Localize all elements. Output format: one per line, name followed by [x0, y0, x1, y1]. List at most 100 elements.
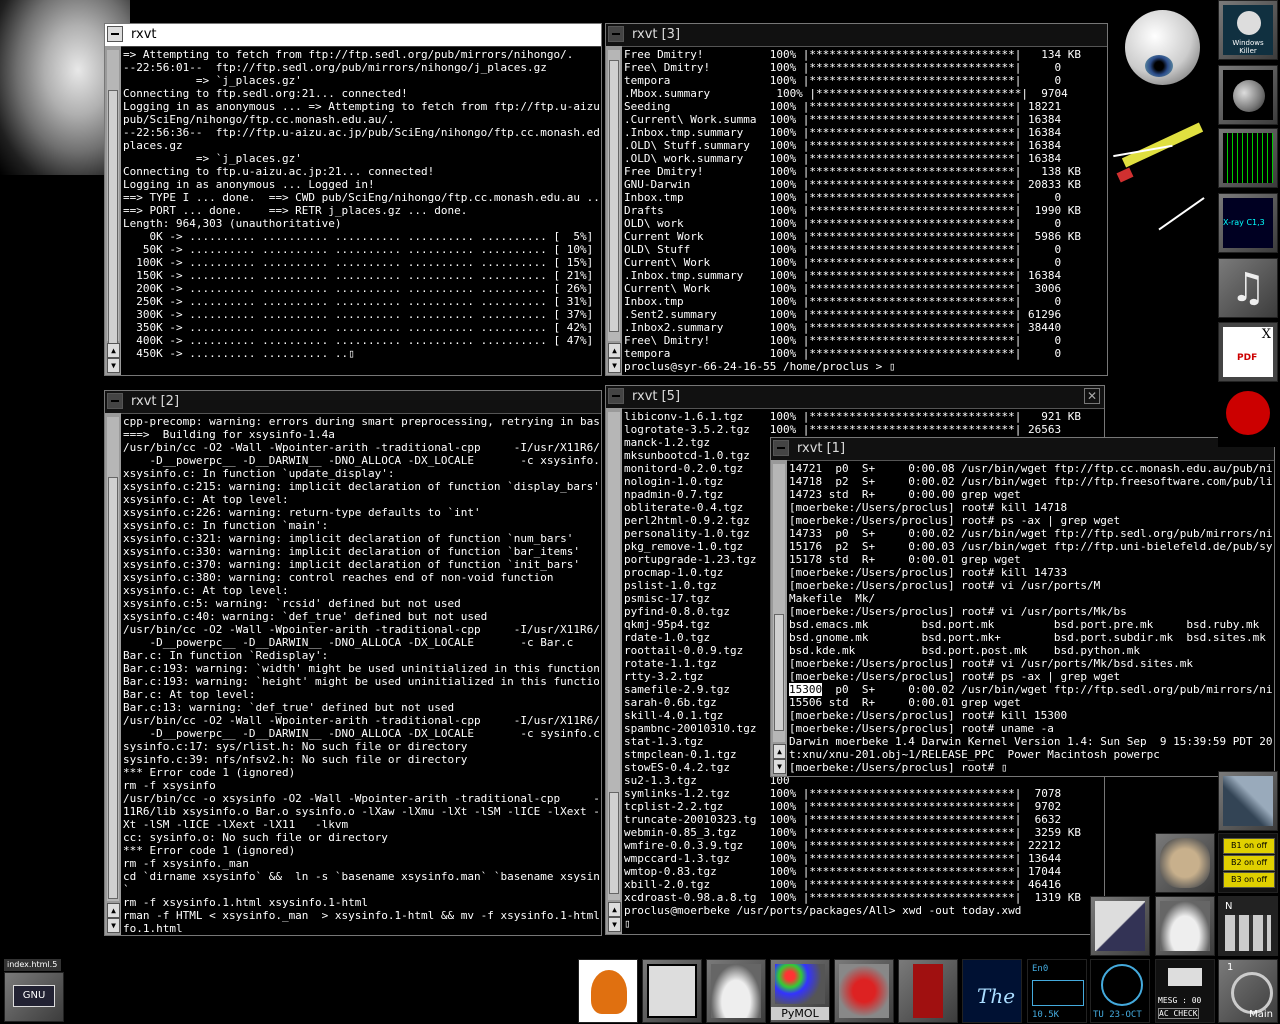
dock-tile-mail[interactable]: MESG : 00 AC CHECK	[1155, 959, 1215, 1023]
terminal-line: /usr/bin/cc -O2 -Wall -Wpointer-arith -t…	[123, 623, 599, 636]
dock-tile-daemon[interactable]	[834, 959, 894, 1023]
scrollbar-thumb[interactable]	[609, 60, 619, 332]
gnu-miniwindow[interactable]: GNU	[4, 972, 64, 1022]
molecule-icon	[775, 964, 825, 1004]
selected-pid[interactable]: 15300	[789, 683, 823, 696]
scrollbar-thumb[interactable]	[609, 792, 619, 894]
window-titlebar[interactable]: rxvt [3]	[606, 24, 1107, 47]
scroll-down-arrow[interactable]: ▼	[107, 358, 120, 373]
window-titlebar[interactable]: rxvt [1]	[771, 438, 1274, 461]
terminal-line: libiconv-1.6.1.tgz 100% |***************…	[624, 410, 1102, 423]
terminal-line: 350K -> .......... .......... ..........…	[123, 321, 594, 334]
terminal-output[interactable]: Free Dmitry! 100% |*********************…	[624, 48, 1105, 373]
dock-tile-pymol[interactable]: PyMOL	[770, 959, 830, 1023]
scrollbar-thumb[interactable]	[108, 90, 118, 347]
dock-tile-squirrel[interactable]	[578, 959, 638, 1023]
scroll-up-arrow[interactable]: ▲	[107, 343, 120, 358]
window-menu-button[interactable]	[107, 393, 123, 409]
dock-tile-matrix[interactable]	[1218, 128, 1278, 188]
scrollbar[interactable]: ▲ ▼	[606, 46, 622, 375]
scrollbar-trough[interactable]	[608, 50, 620, 341]
switch-b1[interactable]: B1 on off	[1223, 838, 1275, 854]
window-close-button[interactable]: ✕	[1084, 388, 1100, 404]
dock-tile-editor[interactable]	[1090, 896, 1150, 956]
dock-tile-clock[interactable]: TU 23-OCT	[1090, 959, 1150, 1023]
terminal-line: 14723 std R+ 0:00.00 grep wget	[789, 488, 1021, 501]
pdf-icon: PDF	[1237, 353, 1258, 363]
dock-tile-xray[interactable]: X-ray C1,3	[1218, 193, 1278, 253]
scrollbar-trough[interactable]	[608, 412, 620, 900]
terminal-line: Current\ Work 100% |********************…	[624, 256, 1105, 269]
scroll-up-arrow[interactable]: ▲	[608, 343, 621, 358]
terminal-line: Current\ Work 100% |********************…	[624, 282, 1105, 295]
pencil-tip-decoration	[1116, 167, 1134, 183]
dock-tile-gimp[interactable]	[1155, 833, 1215, 893]
terminal-line: 14718 p2 S+ 0:00.02 /usr/bin/wget ftp://…	[789, 475, 1272, 488]
terminal-line: -D__powerpc__ -D__DARWIN__ -DNO_ALLOCA -…	[123, 727, 599, 740]
terminal-line: [moerbeke:/Users/proclus] root# ▯	[789, 761, 1008, 774]
terminal-output[interactable]: cpp-precomp: warning: errors during smar…	[123, 415, 599, 933]
dock-tile-red-book[interactable]	[898, 959, 958, 1023]
window-titlebar[interactable]: rxvt [5] ✕	[606, 386, 1104, 409]
terminal-line: [moerbeke:/Users/proclus] root# vi /usr/…	[789, 579, 1101, 592]
package-name: qkmj-95p4.tgz	[624, 618, 770, 631]
scrollbar-trough[interactable]	[107, 417, 119, 901]
switch-b2[interactable]: B2 on off	[1223, 855, 1275, 871]
dock-tile-the[interactable]: The	[962, 959, 1022, 1023]
terminal-line: wmfire-0.0.3.9.tgz 100% |***************…	[624, 839, 1102, 852]
scroll-up-arrow[interactable]: ▲	[107, 903, 120, 918]
terminal-line-selected[interactable]: 15300 p0 S+ 0:00.02 /usr/bin/wget ftp://…	[789, 683, 1272, 696]
terminal-window-rxvt-3[interactable]: rxvt [3] ▲ ▼ Free Dmitry! 100% |********…	[605, 23, 1108, 376]
terminal-line: Makefile Mk/	[789, 592, 876, 605]
scrollbar-thumb[interactable]	[774, 614, 784, 731]
package-name: monitord-0.2.0.tgz	[624, 462, 770, 475]
window-menu-button[interactable]	[107, 26, 123, 42]
scroll-up-arrow[interactable]: ▲	[608, 902, 621, 917]
scrollbar-thumb[interactable]	[108, 477, 118, 899]
scrollbar[interactable]: ▲ ▼	[606, 408, 622, 934]
skull-icon	[1237, 11, 1261, 35]
terminal-line: xsysinfo.c: At top level:	[123, 584, 289, 597]
dock-tile-moon[interactable]	[1218, 65, 1278, 125]
dock-tile-music[interactable]: ♫	[1218, 258, 1278, 318]
dock-tile-windows-killer[interactable]: Windows Killer	[1218, 0, 1278, 60]
terminal-output[interactable]: => Attempting to fetch from ftp://ftp.se…	[123, 48, 599, 373]
window-titlebar[interactable]: rxvt [2]	[105, 391, 601, 414]
dock-tile-pen[interactable]	[1218, 771, 1278, 831]
dock-tile-red-app[interactable]	[1218, 387, 1278, 447]
igloo-icon	[1160, 901, 1210, 951]
scroll-down-arrow[interactable]: ▼	[608, 358, 621, 373]
dock-tile-igloo-2[interactable]	[1155, 896, 1215, 956]
scrollbar-trough[interactable]	[107, 50, 119, 347]
terminal-window-rxvt-2[interactable]: rxvt [2] ▲ ▼ cpp-precomp: warning: error…	[104, 390, 602, 936]
dock-tile-chars[interactable]	[642, 959, 702, 1023]
scrollbar[interactable]: ▲ ▼	[771, 460, 787, 776]
terminal-window-rxvt-1[interactable]: rxvt [1] ▲ ▼ 14721 p0 S+ 0:00.08 /usr/bi…	[770, 437, 1275, 777]
scroll-down-arrow[interactable]: ▼	[107, 918, 120, 933]
scroll-down-arrow[interactable]: ▼	[773, 759, 786, 774]
scroll-down-arrow[interactable]: ▼	[608, 917, 621, 932]
scroll-up-arrow[interactable]: ▲	[773, 744, 786, 759]
terminal-line: [moerbeke:/Users/proclus] root# kill 147…	[789, 566, 1068, 579]
dock-tile-pdf[interactable]: PDF X	[1218, 322, 1278, 382]
dock-tile-tools[interactable]: N	[1218, 896, 1278, 956]
terminal-line: tcplist-2.2.tgz 100% |******************…	[624, 800, 1102, 813]
window-titlebar[interactable]: rxvt	[105, 24, 601, 47]
terminal-line: cpp-precomp: warning: errors during smar…	[123, 415, 599, 428]
handwriting-decoration	[1150, 185, 1205, 231]
terminal-line: Bar.c:193: warning: `height' might be us…	[123, 675, 599, 688]
window-menu-button[interactable]	[608, 388, 624, 404]
terminal-output[interactable]: 14721 p0 S+ 0:00.08 /usr/bin/wget ftp://…	[789, 462, 1272, 774]
scrollbar[interactable]: ▲ ▼	[105, 46, 121, 375]
dock-tile-main[interactable]: 1 Main	[1218, 959, 1278, 1023]
package-name: samefile-2.9.tgz	[624, 683, 770, 696]
dock-tile-netmon[interactable]: En0 10.5K	[1027, 959, 1087, 1023]
dock-tile-igloo[interactable]	[706, 959, 766, 1023]
window-menu-button[interactable]	[608, 26, 624, 42]
scrollbar-trough[interactable]	[773, 464, 785, 742]
scrollbar[interactable]: ▲ ▼	[105, 413, 121, 935]
window-menu-button[interactable]	[773, 440, 789, 456]
terminal-window-rxvt[interactable]: rxvt ▲ ▼ => Attempting to fetch from ftp…	[104, 23, 602, 376]
dock-tile-onoff[interactable]: B1 on off B2 on off B3 on off	[1218, 833, 1278, 893]
switch-b3[interactable]: B3 on off	[1223, 872, 1275, 888]
